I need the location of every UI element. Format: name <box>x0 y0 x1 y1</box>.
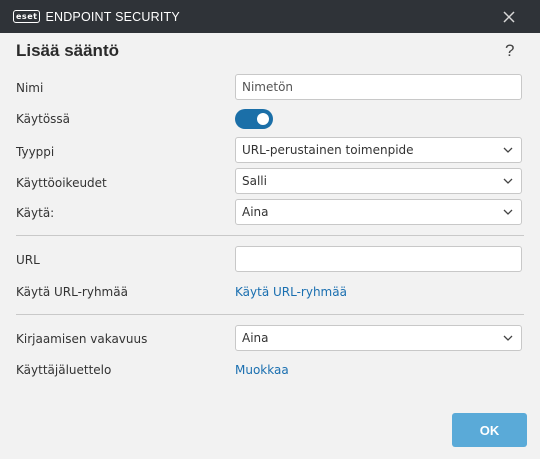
log-severity-select[interactable]: Aina <box>235 325 522 351</box>
chevron-down-icon <box>503 335 513 341</box>
url-input[interactable] <box>235 246 522 272</box>
type-label: Tyyppi <box>16 145 55 159</box>
rights-value: Salli <box>242 174 267 188</box>
close-icon[interactable] <box>500 8 518 26</box>
name-placeholder: Nimetön <box>242 80 294 94</box>
url-group-label: Käytä URL-ryhmää <box>16 285 128 299</box>
rights-select[interactable]: Salli <box>235 168 522 194</box>
use-value: Aina <box>242 205 269 219</box>
title-bar: eset ENDPOINT SECURITY <box>0 0 540 33</box>
chevron-down-icon <box>503 147 513 153</box>
ok-button[interactable]: OK <box>452 413 527 447</box>
user-list-label: Käyttäjäluettelo <box>16 363 112 377</box>
dialog-title: Lisää sääntö <box>16 41 119 60</box>
logo-badge: eset <box>13 10 41 23</box>
edit-user-list-link[interactable]: Muokkaa <box>235 363 289 377</box>
section-divider <box>16 314 524 315</box>
url-group-link[interactable]: Käytä URL-ryhmää <box>235 285 347 299</box>
url-label: URL <box>16 253 40 267</box>
chevron-down-icon <box>503 178 513 184</box>
name-label: Nimi <box>16 81 44 95</box>
use-select[interactable]: Aina <box>235 199 522 225</box>
chevron-down-icon <box>503 209 513 215</box>
toggle-knob <box>257 113 269 125</box>
name-input[interactable]: Nimetön <box>235 74 522 100</box>
type-select[interactable]: URL-perustainen toimenpide <box>235 137 522 163</box>
rights-label: Käyttöoikeudet <box>16 176 107 190</box>
help-icon[interactable]: ? <box>505 41 514 61</box>
use-label: Käytä: <box>16 206 55 220</box>
enabled-label: Käytössä <box>16 112 71 126</box>
enabled-toggle[interactable] <box>235 109 273 129</box>
type-value: URL-perustainen toimenpide <box>242 143 414 157</box>
section-divider <box>16 235 524 236</box>
log-severity-label: Kirjaamisen vakavuus <box>16 332 148 346</box>
product-name: ENDPOINT SECURITY <box>45 9 180 24</box>
eset-logo: eset ENDPOINT SECURITY <box>13 9 180 24</box>
log-severity-value: Aina <box>242 331 269 345</box>
